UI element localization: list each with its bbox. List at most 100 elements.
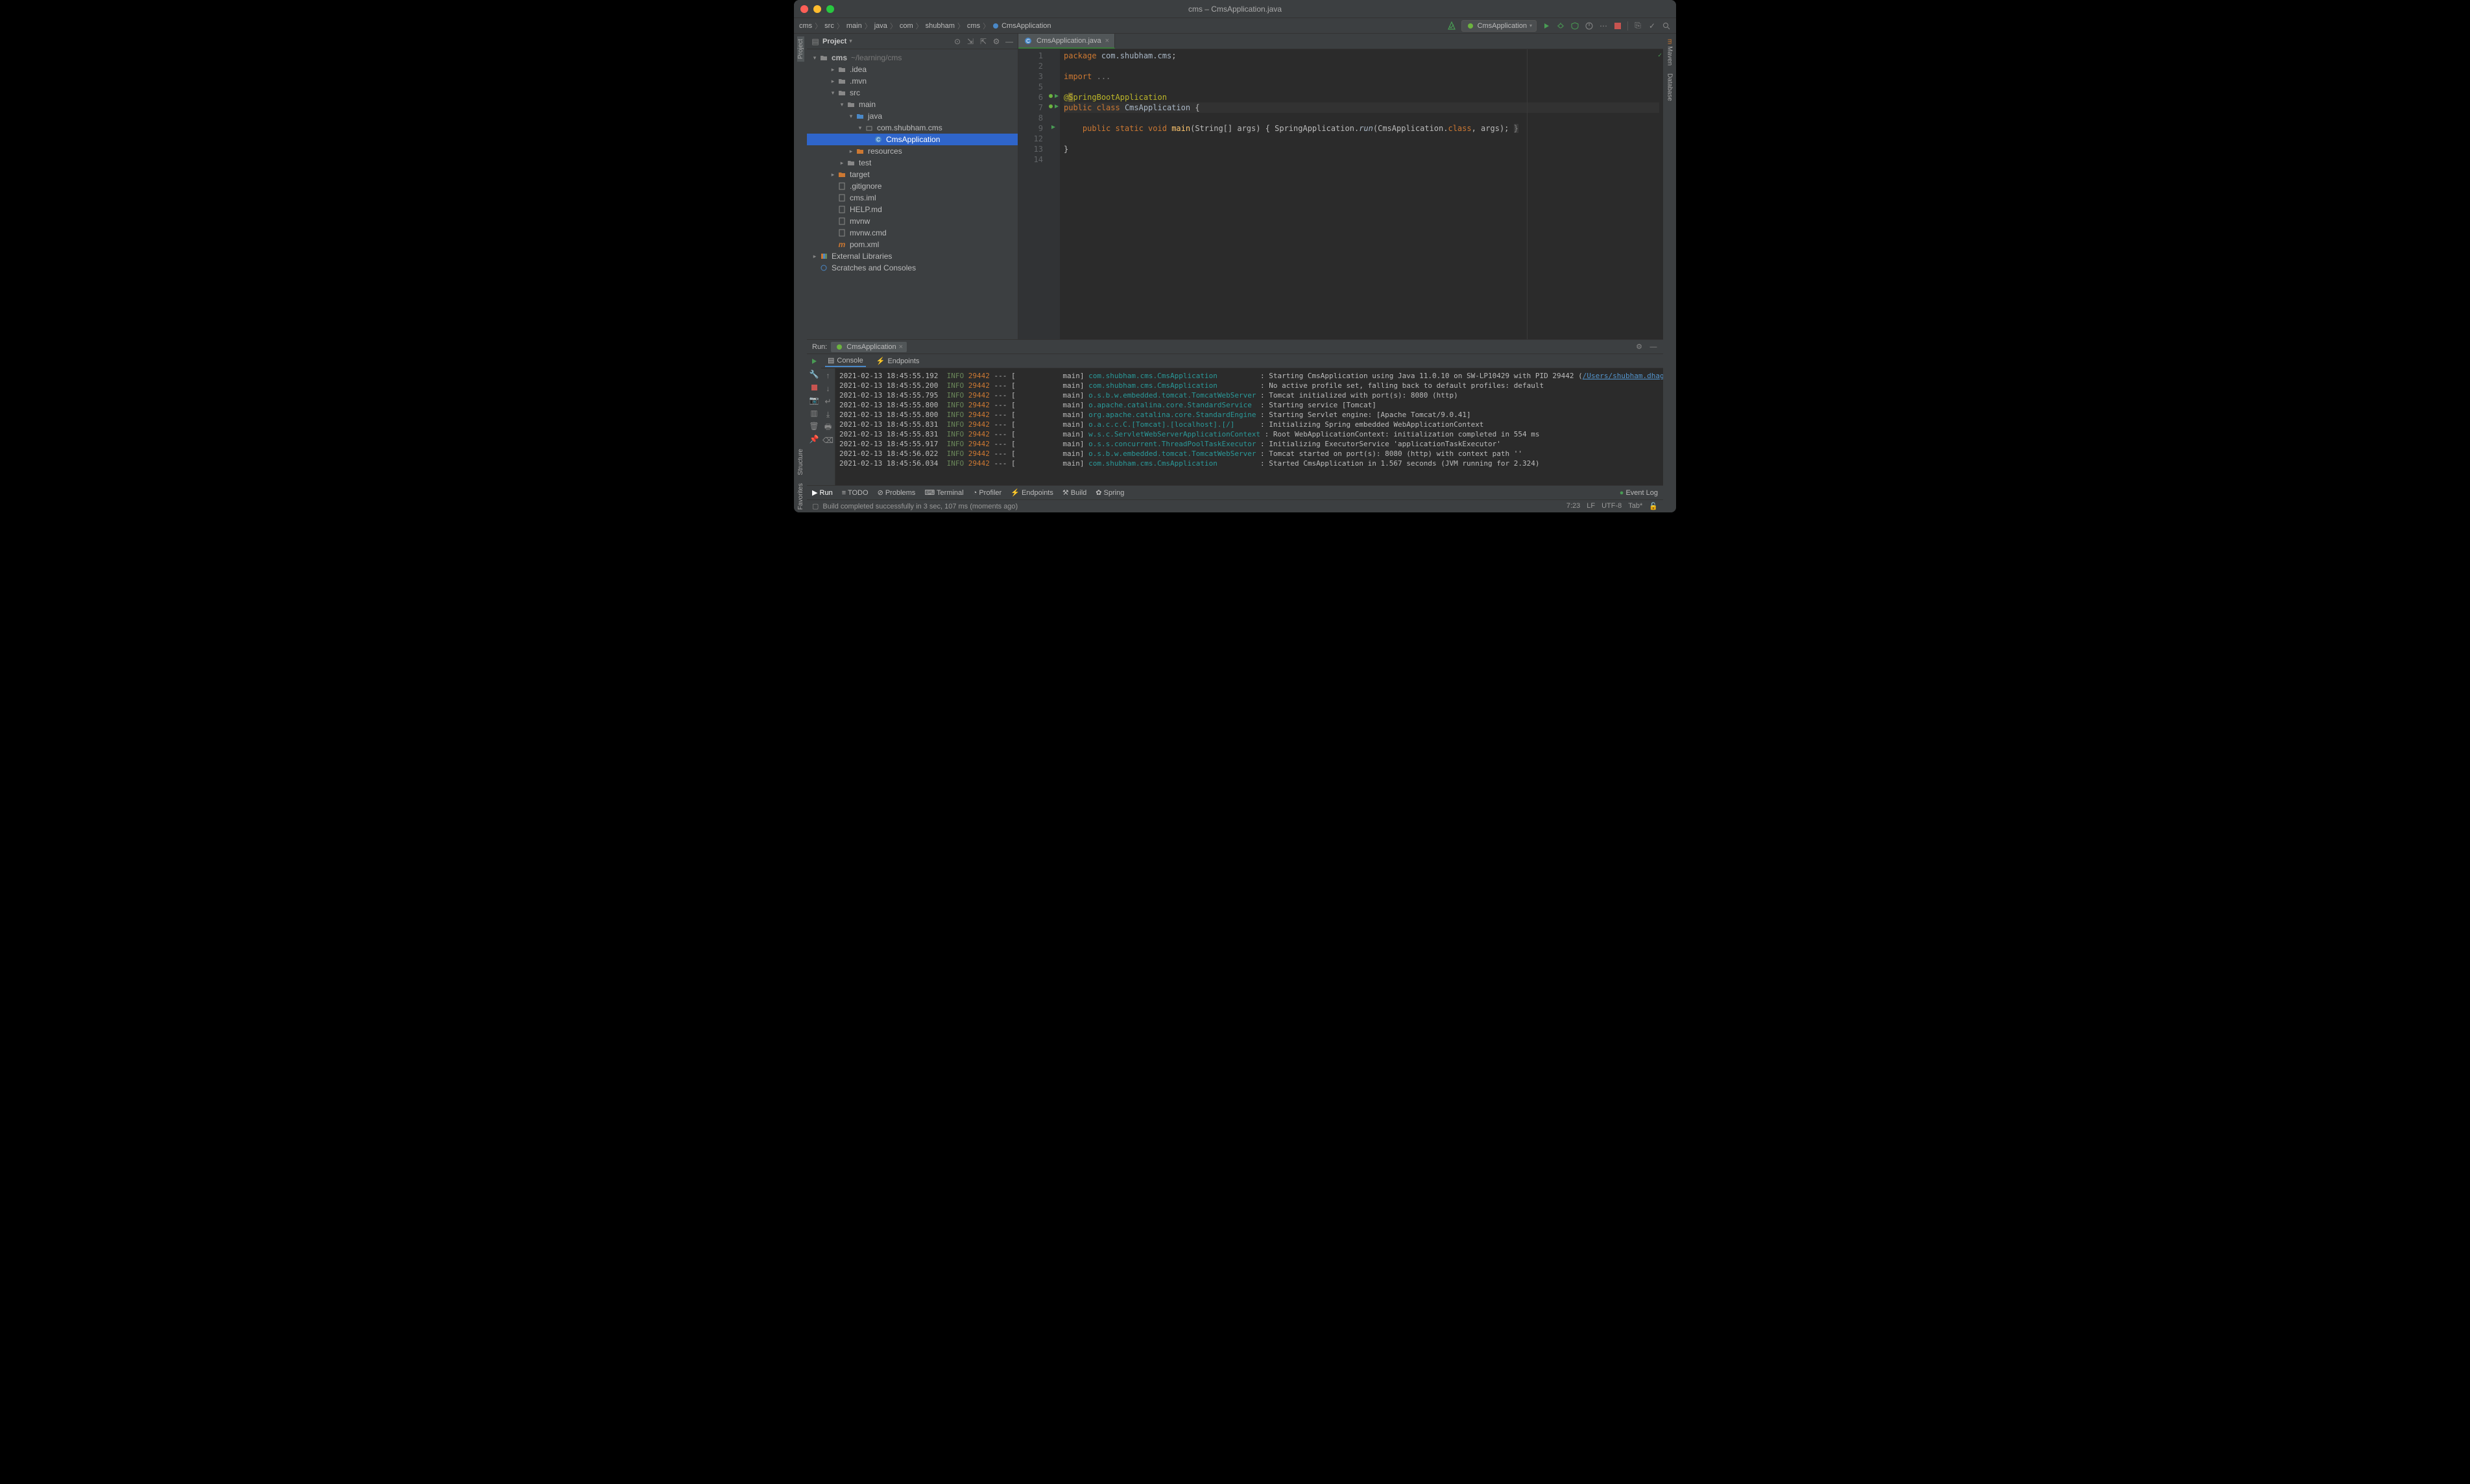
print-icon[interactable]: 🖶 xyxy=(824,423,833,432)
run-config-tab[interactable]: CmsApplication × xyxy=(831,342,907,352)
tree-item[interactable]: ▸.idea xyxy=(807,64,1018,75)
gear-icon[interactable]: ⚙ xyxy=(1635,342,1644,352)
delete-icon[interactable]: 🗑 xyxy=(809,422,819,431)
indent[interactable]: Tab* xyxy=(1628,502,1642,510)
tool-favorites[interactable]: Favorites xyxy=(797,481,804,512)
select-opened-icon[interactable]: ⊙ xyxy=(953,37,962,46)
tree-item[interactable]: ▾src xyxy=(807,87,1018,99)
collapse-all-icon[interactable]: ⇱ xyxy=(979,37,988,46)
debug-icon[interactable] xyxy=(1556,21,1565,30)
status-bar: ▢ Build completed successfully in 3 sec,… xyxy=(807,499,1663,512)
chevron-down-icon[interactable]: ▾ xyxy=(849,38,852,45)
run-config-select[interactable]: CmsApplication ▾ xyxy=(1461,20,1537,32)
stop-icon[interactable] xyxy=(1613,21,1622,30)
close-window-icon[interactable] xyxy=(800,5,808,13)
sidebar-title[interactable]: Project xyxy=(822,38,846,45)
run-icon[interactable] xyxy=(1542,21,1551,30)
project-tree[interactable]: ▾cms~/learning/cms▸.idea▸.mvn▾src▾main▾j… xyxy=(807,49,1018,339)
tree-item[interactable]: .gitignore xyxy=(807,180,1018,192)
expand-all-icon[interactable]: ⇲ xyxy=(966,37,975,46)
readonly-icon[interactable]: 🔓 xyxy=(1649,502,1658,510)
editor-tabs: C CmsApplication.java × xyxy=(1018,34,1663,49)
pin-icon[interactable]: 📌 xyxy=(809,435,819,444)
minimize-window-icon[interactable] xyxy=(813,5,821,13)
tree-item[interactable]: ▾com.shubham.cms xyxy=(807,122,1018,134)
tree-item[interactable]: CCmsApplication xyxy=(807,134,1018,145)
vcs-icon[interactable]: ⎘ xyxy=(1633,21,1642,30)
console-icon: ▤ xyxy=(828,356,834,365)
line-sep[interactable]: LF xyxy=(1587,502,1595,510)
build-icon[interactable] xyxy=(1447,21,1456,30)
tree-item[interactable]: cms.iml xyxy=(807,192,1018,204)
tree-item[interactable]: ▾cms~/learning/cms xyxy=(807,52,1018,64)
titlebar: cms – CmsApplication.java xyxy=(794,0,1676,18)
hide-icon[interactable]: — xyxy=(1649,342,1658,352)
endpoints-icon: ⚡ xyxy=(876,357,885,365)
analysis-ok-icon: ✓ xyxy=(1658,52,1662,59)
endpoints-tab[interactable]: ⚡Endpoints xyxy=(874,355,922,366)
zoom-window-icon[interactable] xyxy=(826,5,834,13)
coverage-icon[interactable] xyxy=(1570,21,1579,30)
code-area[interactable]: package com.shubham.cms;import ...@Sprin… xyxy=(1060,49,1663,339)
tree-item[interactable]: mvnw.cmd xyxy=(807,227,1018,239)
breadcrumb[interactable]: cms〉src〉main〉java〉com〉shubham〉cms〉CmsApp… xyxy=(799,21,1051,31)
commit-icon[interactable]: ✓ xyxy=(1648,21,1657,30)
camera-icon[interactable]: 📷 xyxy=(809,396,819,405)
tree-item[interactable]: mpom.xml xyxy=(807,239,1018,250)
stop-icon[interactable] xyxy=(809,383,819,392)
tree-item[interactable]: ▾java xyxy=(807,110,1018,122)
tree-item[interactable]: ▸test xyxy=(807,157,1018,169)
tree-item[interactable]: ▸.mvn xyxy=(807,75,1018,87)
tool-database[interactable]: Database xyxy=(1666,71,1673,104)
tool-terminal[interactable]: ⌨ Terminal xyxy=(924,488,963,497)
status-message: Build completed successfully in 3 sec, 1… xyxy=(822,503,1018,510)
encoding[interactable]: UTF-8 xyxy=(1601,502,1622,510)
tree-item[interactable]: Scratches and Consoles xyxy=(807,262,1018,274)
tool-run[interactable]: ▶ Run xyxy=(812,488,833,497)
close-icon[interactable]: × xyxy=(899,343,903,351)
close-tab-icon[interactable]: × xyxy=(1105,37,1109,45)
scroll-down-icon[interactable]: ↓ xyxy=(824,384,833,393)
hide-icon[interactable]: — xyxy=(1005,37,1014,46)
tool-structure[interactable]: Structure xyxy=(797,446,804,478)
tool-build[interactable]: ⚒ Build xyxy=(1062,488,1086,497)
wrench-icon[interactable]: 🔧 xyxy=(809,370,819,379)
event-log-button[interactable]: ● Event Log xyxy=(1620,489,1658,497)
traffic-lights xyxy=(800,5,834,13)
tool-profiler[interactable]: ◔ Profiler xyxy=(973,489,1002,497)
tool-project[interactable]: Project xyxy=(797,36,804,62)
svg-text:C: C xyxy=(876,137,880,143)
clear-icon[interactable]: ⌫ xyxy=(824,436,833,445)
caret-pos[interactable]: 7:23 xyxy=(1566,502,1580,510)
scroll-end-icon[interactable]: ⤓ xyxy=(824,410,833,419)
search-icon[interactable] xyxy=(1662,21,1671,30)
run-tabs: ▤Console ⚡Endpoints xyxy=(821,354,1663,368)
ide-window: cms – CmsApplication.java cms〉src〉main〉j… xyxy=(794,0,1676,512)
attach-icon[interactable]: ⋯ xyxy=(1599,21,1608,30)
tree-item[interactable]: ▸target xyxy=(807,169,1018,180)
profile-icon[interactable] xyxy=(1585,21,1594,30)
editor-body[interactable]: 12356789121314 package com.shubham.cms;i… xyxy=(1018,49,1663,339)
editor-overview-ruler: ✓ xyxy=(1657,49,1663,339)
tool-endpoints[interactable]: ⚡ Endpoints xyxy=(1011,488,1053,497)
console-output[interactable]: 2021-02-13 18:45:55.192 INFO 29442 --- [… xyxy=(835,368,1663,485)
tool-spring[interactable]: ✿ Spring xyxy=(1096,488,1124,497)
tree-item[interactable]: ▾main xyxy=(807,99,1018,110)
tool-todo[interactable]: ≡ TODO xyxy=(842,489,869,497)
tool-maven[interactable]: m Maven xyxy=(1666,36,1673,68)
tree-item[interactable]: ▸resources xyxy=(807,145,1018,157)
scroll-up-icon[interactable]: ↑ xyxy=(824,371,833,380)
tree-item[interactable]: mvnw xyxy=(807,215,1018,227)
soft-wrap-icon[interactable]: ↵ xyxy=(824,397,833,406)
tool-problems[interactable]: ⊘ Problems xyxy=(878,488,916,497)
tree-item[interactable]: HELP.md xyxy=(807,204,1018,215)
project-sidebar: ▤ Project ▾ ⊙ ⇲ ⇱ ⚙ — ▾cms~/learning/cms… xyxy=(807,34,1018,339)
tree-item[interactable]: ▸External Libraries xyxy=(807,250,1018,262)
bottom-tool-bar: ▶ Run ≡ TODO ⊘ Problems ⌨ Terminal ◔ Pro… xyxy=(807,485,1663,499)
rerun-icon[interactable] xyxy=(809,357,819,366)
status-icon[interactable]: ▢ xyxy=(812,502,819,510)
gear-icon[interactable]: ⚙ xyxy=(992,37,1001,46)
editor-tab[interactable]: C CmsApplication.java × xyxy=(1018,34,1115,49)
layout-icon[interactable]: ▥ xyxy=(809,409,819,418)
console-tab[interactable]: ▤Console xyxy=(825,355,866,367)
